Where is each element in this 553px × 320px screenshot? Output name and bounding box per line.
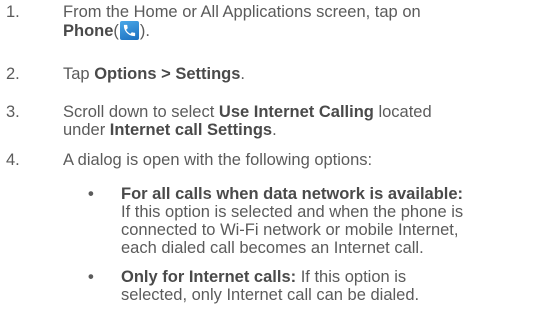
use-internet-calling-label: Use Internet Calling <box>218 103 374 121</box>
phone-label: Phone <box>63 22 114 40</box>
options-settings-label: Options > Settings <box>94 65 241 83</box>
option-title: Only for Internet calls: <box>121 268 297 286</box>
step-text: From the Home or All Applications screen… <box>63 3 421 40</box>
step-number: 2. <box>6 65 20 83</box>
internet-call-settings-label: Internet call Settings <box>109 121 273 139</box>
step-text: Tap Options > Settings. <box>63 65 246 83</box>
step-text: A dialog is open with the following opti… <box>63 151 373 169</box>
phone-app-icon <box>119 21 139 40</box>
step-number: 3. <box>6 103 20 121</box>
bullet-text: For all calls when data network is avail… <box>121 185 546 257</box>
bullet-dot: • <box>88 268 94 286</box>
bullet-dot: • <box>88 185 94 203</box>
option-title: For all calls when data network is avail… <box>121 185 464 203</box>
step-number: 4. <box>6 151 20 169</box>
step-1-text: From the Home or All Applications screen… <box>63 3 421 21</box>
step-number: 1. <box>6 3 20 21</box>
bullet-text: Only for Internet calls: If this option … <box>121 268 420 304</box>
step-text: Scroll down to select Use Internet Calli… <box>63 103 432 139</box>
